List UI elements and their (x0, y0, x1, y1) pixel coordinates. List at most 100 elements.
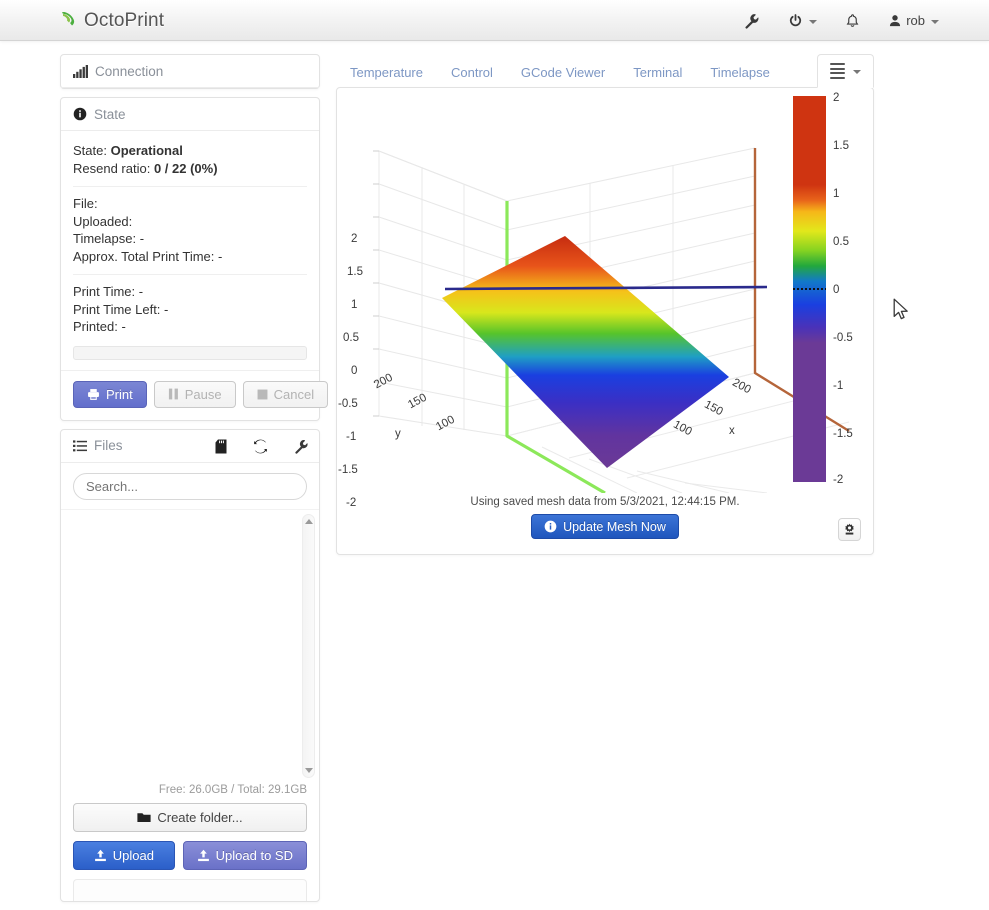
folder-icon (137, 812, 151, 822)
colorbar-tick-label: 1.5 (833, 140, 849, 152)
approx-total-print-time-row: Approx. Total Print Time: - (73, 248, 307, 266)
create-folder-button[interactable]: Create folder... (73, 802, 307, 832)
files-panel-title: Files (94, 438, 123, 453)
files-panel-footer-stub (73, 878, 307, 901)
tab-timelapse[interactable]: Timelapse (696, 58, 783, 88)
state-panel-header[interactable]: State (61, 98, 319, 131)
colorbar-tick-label: -0.5 (833, 332, 853, 344)
settings-nav-button[interactable] (730, 0, 774, 41)
tab-menu-dropdown[interactable] (817, 54, 874, 88)
user-nav-label: rob (906, 13, 925, 28)
files-panel: Files Search... Free: 26.0GB / Total: 29… (60, 428, 320, 902)
upload-icon (197, 849, 209, 861)
connection-panel-header[interactable]: Connection (61, 55, 319, 88)
colorbar: 2 1.5 1 0.5 0 -0.5 -1 -1.5 -2 (793, 92, 873, 486)
mesh-data-note: Using saved mesh data from 5/3/2021, 12:… (470, 496, 740, 508)
bell-icon (846, 13, 859, 27)
file-list-scrollbar[interactable] (302, 513, 315, 778)
signal-icon (73, 64, 88, 78)
print-time-row: Print Time: - (73, 283, 307, 301)
pause-button-label: Pause (184, 386, 222, 402)
print-time-left-label: Print Time Left: (73, 301, 161, 317)
upload-button-label: Upload (112, 847, 154, 863)
search-input[interactable] (73, 472, 307, 500)
plot-settings-button[interactable] (838, 518, 861, 541)
update-mesh-button-label: Update Mesh Now (563, 519, 666, 534)
brand-title: OctoPrint (84, 9, 165, 31)
list-icon (73, 439, 87, 451)
connection-panel-title: Connection (95, 63, 164, 79)
z-tick-label: 0.5 (343, 332, 359, 344)
wrench-icon[interactable] (294, 439, 309, 454)
storage-info: Free: 26.0GB / Total: 29.1GB (158, 783, 307, 796)
tab-gcode-viewer[interactable]: GCode Viewer (507, 58, 619, 88)
files-panel-header: Files (61, 430, 319, 463)
upload-icon (94, 849, 106, 861)
print-controls: Print Pause Cancel (61, 369, 329, 420)
print-time-value: - (138, 284, 144, 299)
colorbar-gradient (793, 96, 826, 482)
power-nav-button[interactable] (774, 0, 831, 41)
cancel-button[interactable]: Cancel (242, 380, 329, 408)
timelapse-row: Timelapse: - (73, 230, 307, 248)
bed-mesh-plot[interactable]: 2 1.5 1 0.5 0 -0.5 -1 -1.5 -2 200 150 10… (337, 88, 873, 509)
z-tick-label: 1 (351, 299, 358, 311)
upload-to-sd-button[interactable]: Upload to SD (182, 840, 307, 870)
tab-bar: Temperature Control GCode Viewer Termina… (336, 54, 874, 88)
state-panel-title: State (94, 106, 126, 122)
chevron-down-icon (853, 70, 861, 74)
hamburger-icon (830, 61, 845, 82)
printer-icon (88, 388, 99, 400)
x-axis-label: x (729, 425, 735, 437)
colorbar-tick-label: -1.5 (833, 428, 853, 440)
update-mesh-button[interactable]: Update Mesh Now (531, 514, 679, 539)
divider (73, 274, 307, 275)
sdcard-icon[interactable] (215, 439, 227, 454)
scroll-down-icon[interactable] (305, 767, 313, 773)
files-panel-actions (215, 430, 309, 463)
z-tick-label: 1.5 (347, 266, 363, 278)
refresh-icon[interactable] (253, 439, 268, 454)
tab-control[interactable]: Control (437, 58, 507, 88)
print-button-label: Print (106, 386, 133, 402)
top-navbar: OctoPrint rob (0, 0, 989, 41)
state-panel-body: State: Operational Resend ratio: 0 / 22 … (61, 131, 319, 370)
print-time-left-value: - (164, 301, 169, 317)
scroll-up-icon[interactable] (305, 518, 313, 524)
octoprint-logo-icon (62, 11, 75, 26)
cancel-button-label: Cancel (273, 386, 315, 402)
upload-button[interactable]: Upload (73, 840, 175, 870)
files-search-wrap (61, 463, 319, 509)
connection-panel: Connection (60, 54, 320, 89)
mouse-cursor (893, 298, 908, 320)
main-content: Temperature Control GCode Viewer Termina… (336, 54, 874, 555)
resend-ratio-row: Resend ratio: 0 / 22 (0%) (73, 160, 307, 178)
create-folder-label: Create folder... (157, 809, 243, 825)
pause-icon (168, 388, 178, 400)
file-list[interactable] (61, 508, 319, 781)
z-tick-label: -1.5 (338, 464, 358, 476)
brand-logo[interactable]: OctoPrint (60, 0, 164, 41)
printed-value: - (121, 319, 126, 334)
divider (73, 186, 307, 187)
tab-terminal[interactable]: Terminal (619, 58, 696, 88)
uploaded-label: Uploaded: (73, 213, 133, 229)
colorbar-tick-label: 2 (833, 92, 840, 104)
printed-label: Printed: (73, 319, 118, 334)
power-icon (790, 14, 802, 27)
chevron-down-icon (931, 19, 939, 24)
user-nav-button[interactable]: rob (874, 0, 953, 41)
tab-temperature[interactable]: Temperature (336, 58, 437, 88)
plot-footer: Using saved mesh data from 5/3/2021, 12:… (337, 493, 873, 541)
print-button[interactable]: Print (73, 380, 147, 408)
pause-button[interactable]: Pause (153, 380, 236, 408)
z-tick-label: -1 (346, 431, 357, 443)
state-label: State: (73, 143, 107, 158)
notifications-nav-button[interactable] (831, 0, 874, 41)
user-icon (890, 15, 901, 27)
printed-row: Printed: - (73, 318, 307, 336)
state-panel: State State: Operational Resend ratio: 0… (60, 97, 329, 421)
colorbar-tick-label: 0 (833, 284, 840, 296)
colorbar-tick-label: 1 (833, 188, 840, 200)
z-tick-label: -0.5 (338, 398, 358, 410)
